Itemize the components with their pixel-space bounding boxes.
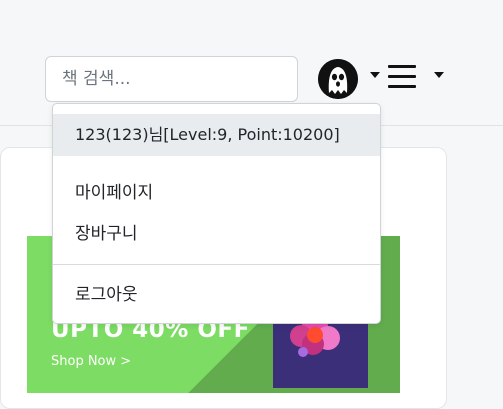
user-dropdown-menu: 123(123)님[Level:9, Point:10200] 마이페이지 장바… [52,103,381,324]
search-input[interactable] [45,56,298,102]
shop-now-link[interactable]: Shop Now > [51,354,131,369]
user-info-header: 123(123)님[Level:9, Point:10200] [53,114,380,156]
menu-divider [53,264,380,265]
logout-menu-item[interactable]: 로그아웃 [53,276,380,314]
mypage-menu-item[interactable]: 마이페이지 [53,174,380,212]
avatar-caret-down-icon[interactable] [370,72,380,78]
menu-caret-down-icon[interactable] [434,72,444,78]
ghost-avatar-icon[interactable] [318,59,358,99]
cart-menu-item[interactable]: 장바구니 [53,215,380,253]
hamburger-icon[interactable] [388,65,416,89]
